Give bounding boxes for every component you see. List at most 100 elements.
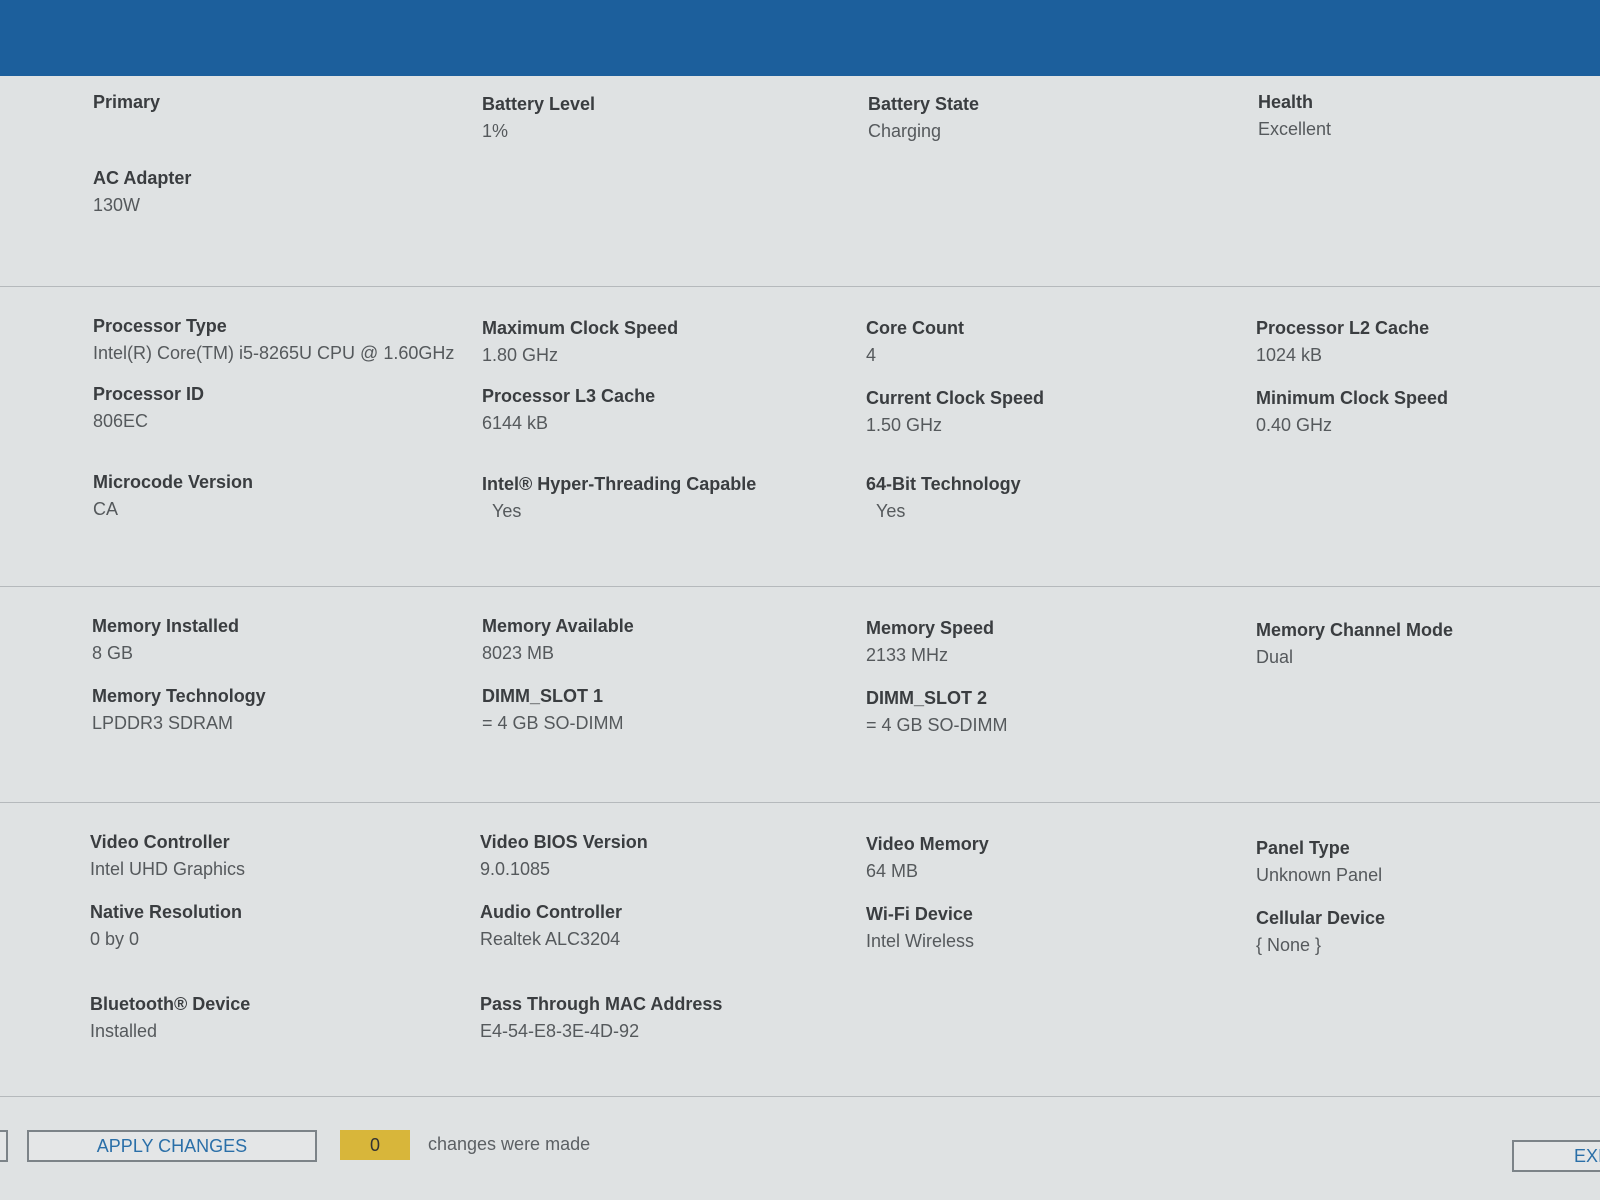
panel-type-label: Panel Type bbox=[1256, 838, 1350, 858]
battery-state-value: Charging bbox=[868, 121, 942, 141]
video-memory-value: 64 MB bbox=[866, 861, 919, 881]
bluetooth-device-value: Installed bbox=[90, 1021, 158, 1041]
header-bar bbox=[0, 0, 1600, 76]
memory-section: Memory Installed 8 GB Memory Available 8… bbox=[0, 586, 1600, 803]
changes-status-text: changes were made bbox=[428, 1134, 591, 1154]
video-bios-label: Video BIOS Version bbox=[480, 832, 648, 852]
native-resolution-value: 0 by 0 bbox=[90, 929, 140, 949]
processor-id-field: Processor ID 806EC bbox=[93, 384, 453, 432]
panel-type-value: Unknown Panel bbox=[1256, 865, 1383, 885]
wifi-device-value: Intel Wireless bbox=[866, 931, 975, 951]
change-count-badge: 0 bbox=[340, 1130, 410, 1160]
microcode-label: Microcode Version bbox=[93, 472, 254, 492]
video-controller-label: Video Controller bbox=[90, 832, 230, 852]
video-memory-label: Video Memory bbox=[866, 834, 989, 854]
l2-cache-value: 1024 kB bbox=[1256, 345, 1323, 365]
hyperthreading-label: Intel® Hyper-Threading Capable bbox=[482, 474, 757, 494]
max-clock-value: 1.80 GHz bbox=[482, 345, 559, 365]
dimm-slot1-field: DIMM_SLOT 1 = 4 GB SO-DIMM bbox=[482, 686, 842, 734]
memory-available-field: Memory Available 8023 MB bbox=[482, 616, 842, 664]
max-clock-field: Maximum Clock Speed 1.80 GHz bbox=[482, 318, 842, 366]
ac-adapter-field: AC Adapter 130W bbox=[93, 168, 453, 216]
health-field: Health Excellent bbox=[1258, 92, 1600, 140]
dimm-slot2-field: DIMM_SLOT 2 = 4 GB SO-DIMM bbox=[866, 688, 1226, 736]
primary-label: Primary bbox=[93, 92, 161, 112]
bluetooth-device-field: Bluetooth® Device Installed bbox=[90, 994, 450, 1042]
health-value: Excellent bbox=[1258, 119, 1332, 139]
microcode-value: CA bbox=[93, 499, 119, 519]
wifi-device-field: Wi-Fi Device Intel Wireless bbox=[866, 904, 1226, 952]
audio-controller-label: Audio Controller bbox=[480, 902, 622, 922]
l3-cache-label: Processor L3 Cache bbox=[482, 386, 656, 406]
audio-controller-field: Audio Controller Realtek ALC3204 bbox=[480, 902, 840, 950]
memory-speed-value: 2133 MHz bbox=[866, 645, 949, 665]
battery-level-field: Battery Level 1% bbox=[482, 94, 842, 142]
apply-changes-button[interactable]: APPLY CHANGES bbox=[27, 1130, 317, 1162]
processor-id-value: 806EC bbox=[93, 411, 149, 431]
battery-level-label: Battery Level bbox=[482, 94, 596, 114]
audio-controller-value: Realtek ALC3204 bbox=[480, 929, 621, 949]
video-memory-field: Video Memory 64 MB bbox=[866, 834, 1226, 882]
footer-bar: APPLY CHANGES 0 changes were made EXIT bbox=[0, 1100, 1600, 1200]
memory-installed-label: Memory Installed bbox=[92, 616, 240, 636]
exit-button[interactable]: EXIT bbox=[1512, 1140, 1600, 1172]
microcode-field: Microcode Version CA bbox=[93, 472, 453, 520]
processor-section: Processor Type Intel(R) Core(TM) i5-8265… bbox=[0, 286, 1600, 587]
ac-adapter-value: 130W bbox=[93, 195, 141, 215]
dimm-slot1-value: = 4 GB SO-DIMM bbox=[482, 713, 624, 733]
l3-cache-value: 6144 kB bbox=[482, 413, 549, 433]
64bit-label: 64-Bit Technology bbox=[866, 474, 1021, 494]
video-bios-value: 9.0.1085 bbox=[480, 859, 551, 879]
core-count-field: Core Count 4 bbox=[866, 318, 1226, 366]
current-clock-field: Current Clock Speed 1.50 GHz bbox=[866, 388, 1226, 436]
mac-address-field: Pass Through MAC Address E4-54-E8-3E-4D-… bbox=[480, 994, 840, 1042]
processor-type-value: Intel(R) Core(TM) i5-8265U CPU @ 1.60GHz bbox=[93, 343, 455, 363]
cellular-device-field: Cellular Device { None } bbox=[1256, 908, 1600, 956]
current-clock-label: Current Clock Speed bbox=[866, 388, 1045, 408]
memory-speed-label: Memory Speed bbox=[866, 618, 995, 638]
core-count-label: Core Count bbox=[866, 318, 964, 338]
battery-level-value: 1% bbox=[482, 121, 509, 141]
hyperthreading-field: Intel® Hyper-Threading Capable Yes bbox=[482, 474, 842, 522]
video-bios-field: Video BIOS Version 9.0.1085 bbox=[480, 832, 840, 880]
video-controller-value: Intel UHD Graphics bbox=[90, 859, 246, 879]
memory-channel-label: Memory Channel Mode bbox=[1256, 620, 1454, 640]
memory-technology-field: Memory Technology LPDDR3 SDRAM bbox=[92, 686, 452, 734]
native-resolution-field: Native Resolution 0 by 0 bbox=[90, 902, 450, 950]
devices-section: Video Controller Intel UHD Graphics Vide… bbox=[0, 802, 1600, 1097]
64bit-value: Yes bbox=[876, 501, 906, 521]
memory-speed-field: Memory Speed 2133 MHz bbox=[866, 618, 1226, 666]
wifi-device-label: Wi-Fi Device bbox=[866, 904, 973, 924]
memory-available-value: 8023 MB bbox=[482, 643, 555, 663]
partial-left-button[interactable] bbox=[0, 1130, 8, 1162]
memory-channel-field: Memory Channel Mode Dual bbox=[1256, 620, 1600, 668]
mac-address-value: E4-54-E8-3E-4D-92 bbox=[480, 1021, 640, 1041]
native-resolution-label: Native Resolution bbox=[90, 902, 243, 922]
ac-adapter-label: AC Adapter bbox=[93, 168, 192, 188]
cellular-device-value: { None } bbox=[1256, 935, 1322, 955]
min-clock-value: 0.40 GHz bbox=[1256, 415, 1333, 435]
system-information-panel: Primary Battery Level 1% Battery State C… bbox=[0, 76, 1600, 1100]
memory-installed-field: Memory Installed 8 GB bbox=[92, 616, 452, 664]
battery-state-label: Battery State bbox=[868, 94, 980, 114]
health-label: Health bbox=[1258, 92, 1314, 112]
bluetooth-device-label: Bluetooth® Device bbox=[90, 994, 251, 1014]
dimm-slot2-label: DIMM_SLOT 2 bbox=[866, 688, 988, 708]
current-clock-value: 1.50 GHz bbox=[866, 415, 943, 435]
max-clock-label: Maximum Clock Speed bbox=[482, 318, 679, 338]
processor-type-field: Processor Type Intel(R) Core(TM) i5-8265… bbox=[93, 316, 473, 364]
memory-technology-label: Memory Technology bbox=[92, 686, 266, 706]
mac-address-label: Pass Through MAC Address bbox=[480, 994, 723, 1014]
video-controller-field: Video Controller Intel UHD Graphics bbox=[90, 832, 450, 880]
memory-channel-value: Dual bbox=[1256, 647, 1294, 667]
memory-installed-value: 8 GB bbox=[92, 643, 134, 663]
panel-type-field: Panel Type Unknown Panel bbox=[1256, 838, 1600, 886]
memory-available-label: Memory Available bbox=[482, 616, 634, 636]
dimm-slot2-value: = 4 GB SO-DIMM bbox=[866, 715, 1008, 735]
core-count-value: 4 bbox=[866, 345, 877, 365]
cellular-device-label: Cellular Device bbox=[1256, 908, 1386, 928]
processor-id-label: Processor ID bbox=[93, 384, 205, 404]
battery-section: Primary Battery Level 1% Battery State C… bbox=[0, 76, 1600, 287]
dimm-slot1-label: DIMM_SLOT 1 bbox=[482, 686, 604, 706]
l3-cache-field: Processor L3 Cache 6144 kB bbox=[482, 386, 842, 434]
